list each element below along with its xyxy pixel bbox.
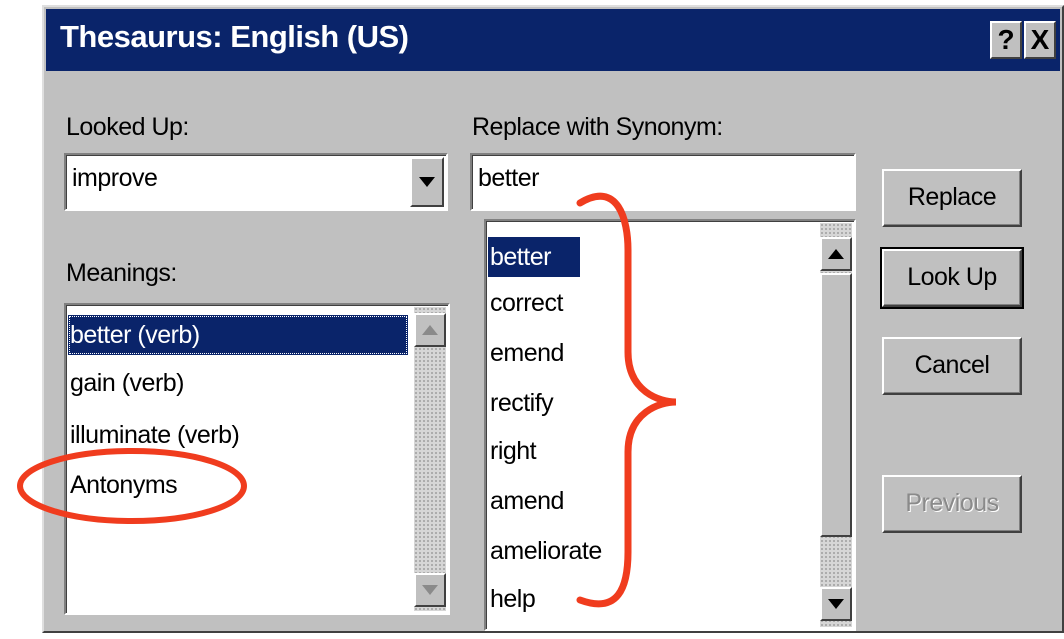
meanings-scroll-track[interactable] — [414, 307, 446, 611]
arrow-down-icon — [828, 599, 844, 609]
synonym-scrollbar[interactable] — [820, 223, 852, 627]
meanings-list[interactable]: better (verb) gain (verb) illuminate (ve… — [64, 303, 450, 615]
synonym-item[interactable]: right — [488, 431, 788, 471]
synonym-scroll-up-button[interactable] — [820, 237, 852, 271]
meanings-scrollbar[interactable] — [414, 307, 446, 611]
arrow-up-icon — [422, 325, 438, 335]
window-title: Thesaurus: English (US) — [60, 19, 409, 54]
close-button[interactable]: X — [1024, 21, 1056, 59]
meaning-item-antonyms[interactable]: Antonyms — [68, 465, 408, 505]
synonym-input-value: better — [478, 164, 539, 192]
help-button[interactable]: ? — [990, 21, 1022, 59]
look-up-button[interactable]: Look Up — [880, 247, 1024, 309]
title-bar: Thesaurus: English (US) ? X — [46, 9, 1060, 71]
replace-button[interactable]: Replace — [882, 169, 1022, 227]
looked-up-combobox[interactable]: improve — [64, 153, 448, 211]
looked-up-label: Looked Up: — [66, 113, 189, 141]
meanings-scroll-down-button[interactable] — [414, 573, 446, 607]
synonym-input[interactable]: better — [470, 153, 856, 211]
meaning-item[interactable]: illuminate (verb) — [68, 415, 408, 455]
cancel-button[interactable]: Cancel — [882, 337, 1022, 395]
synonym-item[interactable]: rectify — [488, 383, 788, 423]
synonym-item[interactable]: amend — [488, 481, 788, 521]
replace-with-synonym-label: Replace with Synonym: — [472, 113, 723, 141]
chevron-down-icon — [419, 177, 435, 187]
synonym-item[interactable]: correct — [488, 283, 788, 323]
meaning-item[interactable]: better (verb) — [68, 315, 408, 355]
synonym-item[interactable]: help — [488, 579, 788, 619]
thesaurus-dialog: Thesaurus: English (US) ? X Looked Up: i… — [42, 5, 1064, 633]
meanings-label: Meanings: — [66, 259, 177, 287]
synonym-item[interactable]: ameliorate — [488, 531, 788, 571]
previous-button[interactable]: Previous — [882, 475, 1022, 533]
synonym-item[interactable]: emend — [488, 333, 788, 373]
synonym-scroll-thumb[interactable] — [820, 273, 852, 537]
looked-up-dropdown-button[interactable] — [410, 157, 444, 207]
meaning-item[interactable]: gain (verb) — [68, 363, 408, 403]
meanings-scroll-up-button[interactable] — [414, 313, 446, 347]
synonym-scroll-down-button[interactable] — [820, 587, 852, 621]
synonym-item[interactable]: better — [488, 237, 580, 277]
looked-up-value: improve — [72, 164, 158, 192]
synonym-list[interactable]: better correct emend rectify right amend… — [484, 219, 856, 631]
arrow-down-icon — [422, 585, 438, 595]
arrow-up-icon — [828, 249, 844, 259]
